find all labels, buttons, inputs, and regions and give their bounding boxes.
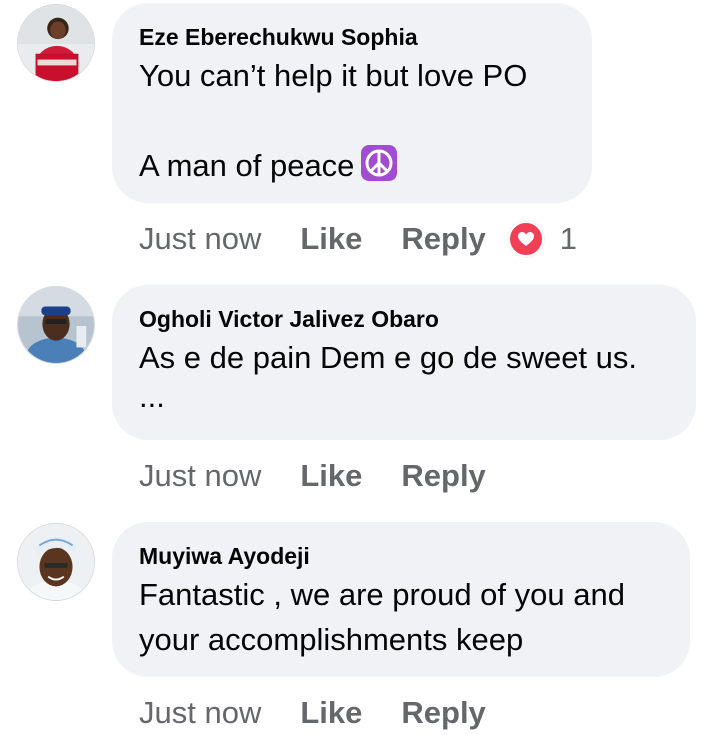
comment-timestamp[interactable]: Just now <box>139 221 261 257</box>
avatar[interactable] <box>17 286 95 364</box>
avatar[interactable] <box>17 523 95 601</box>
see-more-ellipsis[interactable]: ... <box>139 380 668 414</box>
comment-text-line: As e de pain Dem e go de sweet us. <box>139 340 638 375</box>
comment-item: Eze Eberechukwu Sophia You can’t help it… <box>0 0 720 270</box>
comment-author[interactable]: Muyiwa Ayodeji <box>139 542 662 570</box>
comment-timestamp[interactable]: Just now <box>139 695 261 731</box>
comment-text-line: You can’t help it but love PO <box>139 58 528 93</box>
comment-text-line: your accomplishments keep <box>139 622 524 657</box>
comment-actions: Just now Like Reply <box>139 691 508 735</box>
heart-reaction-icon <box>507 221 544 257</box>
reply-button[interactable]: Reply <box>401 221 485 257</box>
like-button[interactable]: Like <box>300 695 362 731</box>
reaction-count: 1 <box>559 221 578 256</box>
comment-author[interactable]: Ogholi Victor Jalivez Obaro <box>139 305 668 333</box>
like-button[interactable]: Like <box>300 221 362 257</box>
comment-actions: Just now Like Reply <box>139 454 508 498</box>
comment-bubble: Ogholi Victor Jalivez Obaro As e de pain… <box>112 285 696 440</box>
comment-bubble: Muyiwa Ayodeji Fantastic , we are proud … <box>112 522 690 677</box>
peace-symbol-icon <box>360 144 398 182</box>
avatar-photo <box>18 524 94 600</box>
comment-item: Ogholi Victor Jalivez Obaro As e de pain… <box>0 270 720 510</box>
reply-button[interactable]: Reply <box>401 695 485 731</box>
comment-text-line: Fantastic , we are proud of you and <box>139 577 625 612</box>
comment-text-line <box>139 98 564 143</box>
avatar-photo <box>18 287 94 363</box>
comment-author[interactable]: Eze Eberechukwu Sophia <box>139 23 564 51</box>
comment-text-line: A man of peace <box>139 143 564 188</box>
reply-button[interactable]: Reply <box>401 458 485 494</box>
comment-timestamp[interactable]: Just now <box>139 458 261 494</box>
comment-item: Muyiwa Ayodeji Fantastic , we are proud … <box>0 510 720 730</box>
comment-text: A man of peace <box>139 148 355 183</box>
avatar-photo <box>18 5 94 81</box>
avatar[interactable] <box>17 4 95 82</box>
comment-actions: Just now Like Reply 1 <box>139 217 577 261</box>
like-button[interactable]: Like <box>300 458 362 494</box>
comment-bubble: Eze Eberechukwu Sophia You can’t help it… <box>112 3 592 203</box>
reaction-summary[interactable]: 1 <box>507 221 578 257</box>
